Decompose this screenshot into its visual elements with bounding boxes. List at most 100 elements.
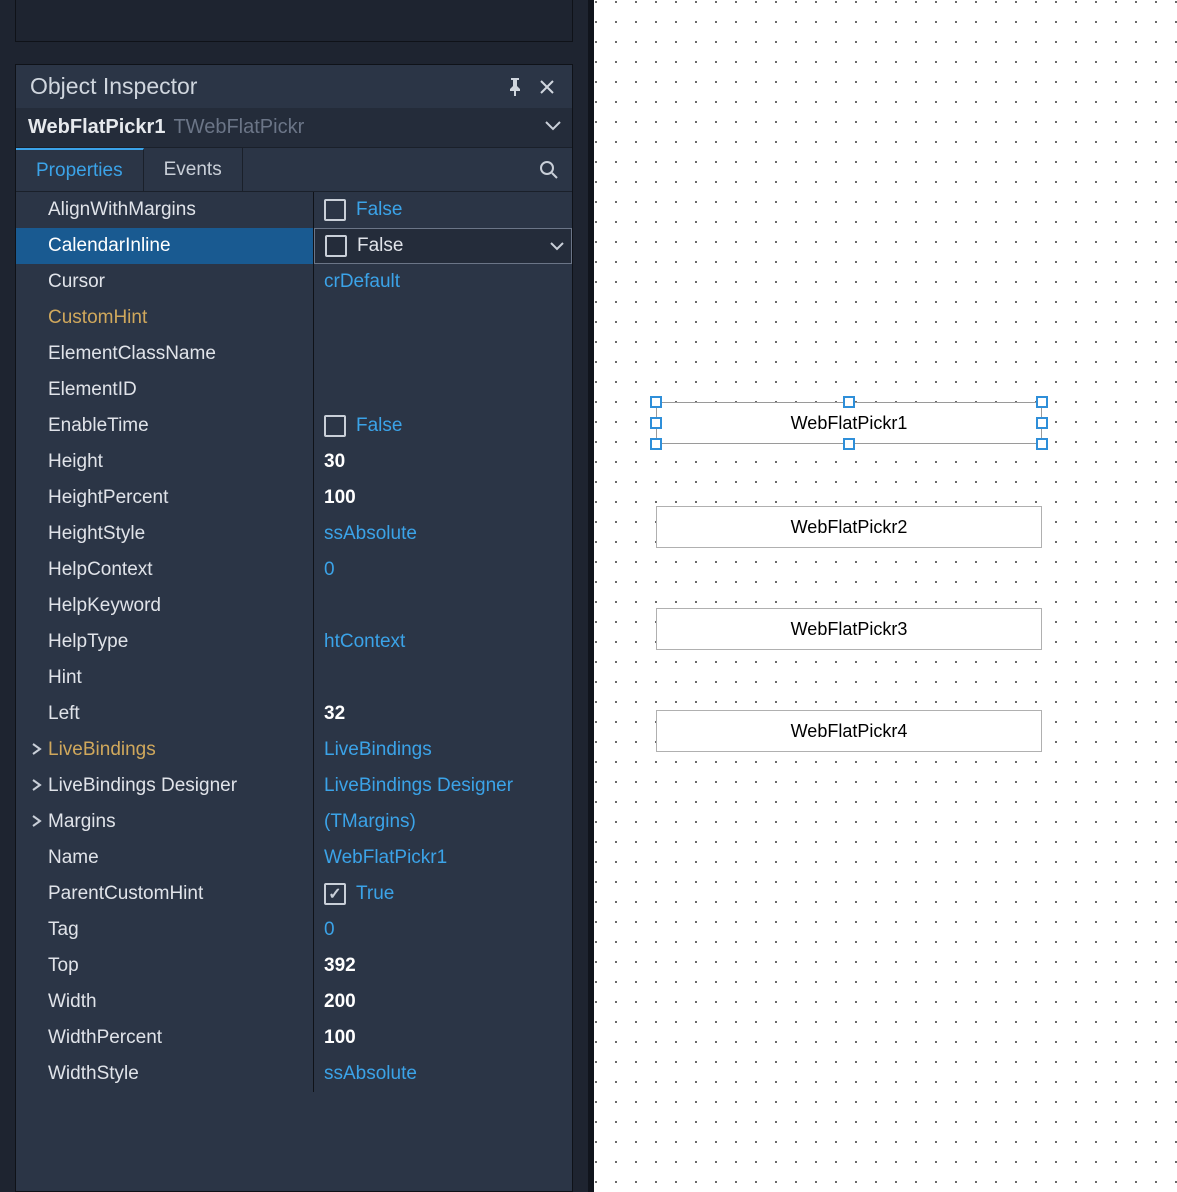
property-name-cell[interactable]: HelpType bbox=[16, 624, 314, 660]
property-value-cell[interactable]: ssAbsolute bbox=[314, 516, 572, 552]
pin-icon[interactable] bbox=[502, 74, 528, 100]
property-row[interactable]: WidthPercent 100 bbox=[16, 1020, 572, 1056]
property-row[interactable]: Height30 bbox=[16, 444, 572, 480]
property-name-cell[interactable]: Tag bbox=[16, 912, 314, 948]
property-name-cell[interactable]: WidthPercent bbox=[16, 1020, 314, 1056]
property-name-cell[interactable]: Cursor bbox=[16, 264, 314, 300]
property-row[interactable]: CalendarInlineFalse bbox=[16, 228, 572, 264]
property-value-cell[interactable] bbox=[314, 300, 572, 336]
property-name-cell[interactable]: Height bbox=[16, 444, 314, 480]
property-row[interactable]: CustomHint bbox=[16, 300, 572, 336]
property-name-cell[interactable]: HelpKeyword bbox=[16, 588, 314, 624]
property-value-cell[interactable]: crDefault bbox=[314, 264, 572, 300]
property-name-cell[interactable]: CustomHint bbox=[16, 300, 314, 336]
property-row[interactable]: ParentCustomHintTrue bbox=[16, 876, 572, 912]
property-row[interactable]: HeightStylessAbsolute bbox=[16, 516, 572, 552]
close-icon[interactable] bbox=[534, 74, 560, 100]
property-name-cell[interactable]: Left bbox=[16, 696, 314, 732]
resize-handle[interactable] bbox=[650, 396, 662, 408]
property-value-cell[interactable] bbox=[314, 336, 572, 372]
property-value-cell[interactable]: 100 bbox=[314, 1020, 572, 1056]
property-name-cell[interactable]: WidthStyle bbox=[16, 1056, 314, 1092]
property-value: 100 bbox=[324, 1027, 356, 1049]
property-name-cell[interactable]: Top bbox=[16, 948, 314, 984]
property-row[interactable]: HeightPercent100 bbox=[16, 480, 572, 516]
property-value-cell[interactable]: htContext bbox=[314, 624, 572, 660]
property-value-cell[interactable]: LiveBindings Designer bbox=[314, 768, 572, 804]
property-row[interactable]: EnableTimeFalse bbox=[16, 408, 572, 444]
property-row[interactable]: ElementClassName bbox=[16, 336, 572, 372]
form-control[interactable]: WebFlatPickr4 bbox=[656, 710, 1042, 752]
checkbox-icon[interactable] bbox=[325, 235, 347, 257]
design-surface[interactable]: WebFlatPickr1WebFlatPickr2WebFlatPickr3W… bbox=[588, 0, 1177, 1192]
property-name-cell[interactable]: HeightStyle bbox=[16, 516, 314, 552]
property-value-cell[interactable]: False bbox=[314, 228, 572, 264]
property-row[interactable]: NameWebFlatPickr1 bbox=[16, 840, 572, 876]
property-value-cell[interactable]: 0 bbox=[314, 552, 572, 588]
property-value-cell[interactable]: (TMargins) bbox=[314, 804, 572, 840]
property-value-cell[interactable]: 32 bbox=[314, 696, 572, 732]
chevron-down-icon[interactable] bbox=[549, 235, 565, 257]
checkbox-icon[interactable] bbox=[324, 415, 346, 437]
property-name-cell[interactable]: LiveBindings bbox=[16, 732, 314, 768]
resize-handle[interactable] bbox=[1036, 417, 1048, 429]
property-name-cell[interactable]: ElementID bbox=[16, 372, 314, 408]
property-row[interactable]: HelpTypehtContext bbox=[16, 624, 572, 660]
object-selector[interactable]: WebFlatPickr1 TWebFlatPickr bbox=[16, 108, 572, 148]
checkbox-icon[interactable] bbox=[324, 883, 346, 905]
property-value-cell[interactable]: 0 bbox=[314, 912, 572, 948]
property-row[interactable]: Hint bbox=[16, 660, 572, 696]
property-value-cell[interactable]: False bbox=[314, 408, 572, 444]
property-name-cell[interactable]: ParentCustomHint bbox=[16, 876, 314, 912]
property-value-cell[interactable]: 392 bbox=[314, 948, 572, 984]
property-value-cell[interactable]: ssAbsolute bbox=[314, 1056, 572, 1092]
property-name-cell[interactable]: Hint bbox=[16, 660, 314, 696]
property-row[interactable]: HelpContext0 bbox=[16, 552, 572, 588]
property-value-cell[interactable]: 200 bbox=[314, 984, 572, 1020]
resize-handle[interactable] bbox=[1036, 438, 1048, 450]
checkbox-icon[interactable] bbox=[324, 199, 346, 221]
property-value-cell[interactable]: WebFlatPickr1 bbox=[314, 840, 572, 876]
property-name-cell[interactable]: CalendarInline bbox=[16, 228, 314, 264]
property-name-cell[interactable]: HeightPercent bbox=[16, 480, 314, 516]
property-value-cell[interactable]: False bbox=[314, 192, 572, 228]
property-value-cell[interactable]: 100 bbox=[314, 480, 572, 516]
property-name: Margins bbox=[48, 811, 116, 833]
form-control[interactable]: WebFlatPickr3 bbox=[656, 608, 1042, 650]
property-value-cell[interactable]: 30 bbox=[314, 444, 572, 480]
property-value-cell[interactable] bbox=[314, 588, 572, 624]
search-icon[interactable] bbox=[526, 148, 572, 191]
resize-handle[interactable] bbox=[843, 438, 855, 450]
property-row[interactable]: WidthStylessAbsolute bbox=[16, 1056, 572, 1092]
property-value-cell[interactable]: True bbox=[314, 876, 572, 912]
resize-handle[interactable] bbox=[650, 438, 662, 450]
property-row[interactable]: Left32 bbox=[16, 696, 572, 732]
property-name-cell[interactable]: Name bbox=[16, 840, 314, 876]
property-name-cell[interactable]: EnableTime bbox=[16, 408, 314, 444]
property-name-cell[interactable]: LiveBindings Designer bbox=[16, 768, 314, 804]
property-name-cell[interactable]: AlignWithMargins bbox=[16, 192, 314, 228]
property-value-cell[interactable] bbox=[314, 660, 572, 696]
property-row[interactable]: Width200 bbox=[16, 984, 572, 1020]
tab-properties[interactable]: Properties bbox=[16, 148, 144, 191]
resize-handle[interactable] bbox=[1036, 396, 1048, 408]
property-row[interactable]: ElementID bbox=[16, 372, 572, 408]
property-value-cell[interactable]: LiveBindings bbox=[314, 732, 572, 768]
resize-handle[interactable] bbox=[843, 396, 855, 408]
form-control[interactable]: WebFlatPickr2 bbox=[656, 506, 1042, 548]
property-value-cell[interactable] bbox=[314, 372, 572, 408]
property-row[interactable]: Tag0 bbox=[16, 912, 572, 948]
property-row[interactable]: LiveBindings DesignerLiveBindings Design… bbox=[16, 768, 572, 804]
property-row[interactable]: HelpKeyword bbox=[16, 588, 572, 624]
property-name-cell[interactable]: Width bbox=[16, 984, 314, 1020]
property-row[interactable]: LiveBindingsLiveBindings bbox=[16, 732, 572, 768]
property-name-cell[interactable]: HelpContext bbox=[16, 552, 314, 588]
property-row[interactable]: AlignWithMarginsFalse bbox=[16, 192, 572, 228]
property-row[interactable]: Top392 bbox=[16, 948, 572, 984]
resize-handle[interactable] bbox=[650, 417, 662, 429]
property-name-cell[interactable]: ElementClassName bbox=[16, 336, 314, 372]
property-row[interactable]: Margins (TMargins) bbox=[16, 804, 572, 840]
tab-events[interactable]: Events bbox=[144, 148, 243, 191]
property-row[interactable]: CursorcrDefault bbox=[16, 264, 572, 300]
property-name-cell[interactable]: Margins bbox=[16, 804, 314, 840]
